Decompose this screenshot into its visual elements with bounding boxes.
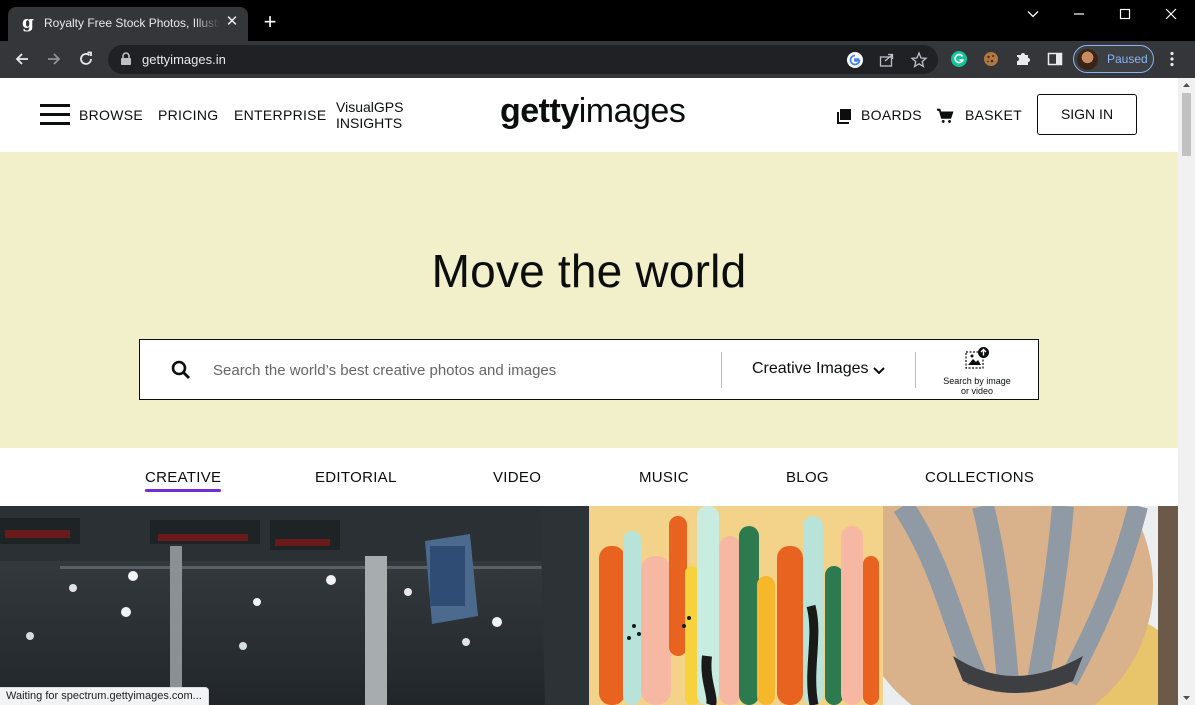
- url-text: gettyimages.in: [142, 52, 226, 67]
- logo-bold-text: getty: [500, 92, 579, 130]
- star-icon[interactable]: [910, 51, 928, 69]
- reload-button[interactable]: [74, 48, 98, 70]
- basket-cart-icon: [936, 108, 954, 123]
- site-header: BROWSE PRICING ENTERPRISE VisualGPS INSI…: [0, 78, 1178, 152]
- balloons-photo: [883, 506, 1178, 705]
- gallery-image-abstract-paint[interactable]: [589, 506, 883, 705]
- extensions-puzzle-icon[interactable]: [1014, 50, 1032, 68]
- boards-icon: [837, 109, 851, 124]
- gallery-image-stadium[interactable]: [0, 506, 589, 705]
- category-tabs: CREATIVE EDITORIAL VIDEO MUSIC BLOG COLL…: [0, 448, 1178, 506]
- browser-title-bar: g Royalty Free Stock Photos, Illustratio…: [0, 0, 1195, 41]
- avatar: [1077, 49, 1098, 70]
- image-upload-icon: [965, 347, 989, 369]
- arrow-left-icon: [15, 53, 28, 65]
- nav-pricing[interactable]: PRICING: [158, 107, 218, 123]
- share-icon[interactable]: [878, 51, 896, 69]
- nav-basket[interactable]: BASKET: [965, 107, 1022, 123]
- scroll-down-arrow-icon[interactable]: [1182, 693, 1191, 702]
- nav-enterprise[interactable]: ENTERPRISE: [234, 107, 326, 123]
- new-tab-button[interactable]: +: [260, 11, 280, 33]
- search-by-image-label: Search by image or video: [916, 376, 1038, 396]
- chevron-down-icon: [1027, 11, 1039, 18]
- more-vert-icon[interactable]: [1163, 50, 1181, 68]
- side-panel-icon[interactable]: [1046, 50, 1064, 68]
- tab-close-icon[interactable]: ✕: [224, 13, 240, 31]
- nav-visualgps-insights[interactable]: VisualGPS INSIGHTS: [336, 99, 403, 131]
- arrow-right-icon: [48, 53, 61, 65]
- tab-search-button[interactable]: [1010, 0, 1056, 28]
- getty-favicon-icon: g: [22, 13, 34, 33]
- tab-music[interactable]: MUSIC: [639, 469, 689, 486]
- browser-tab[interactable]: g Royalty Free Stock Photos, Illustratio…: [8, 7, 248, 41]
- abstract-paint-photo: [589, 506, 883, 705]
- tab-creative[interactable]: CREATIVE: [145, 469, 222, 492]
- search-icon[interactable]: [171, 360, 191, 380]
- back-button[interactable]: [10, 48, 34, 70]
- minimize-icon: [1074, 13, 1084, 15]
- hero-section: Move the world Creative Images Search by…: [0, 152, 1178, 448]
- hero-title: Move the world: [431, 245, 747, 297]
- maximize-icon: [1119, 8, 1131, 20]
- profile-button[interactable]: Paused: [1073, 45, 1154, 73]
- stadium-photo: [0, 506, 589, 705]
- tab-video[interactable]: VIDEO: [493, 469, 541, 486]
- web-page: BROWSE PRICING ENTERPRISE VisualGPS INSI…: [0, 78, 1178, 705]
- cookie-icon[interactable]: [982, 50, 1000, 68]
- tab-collections[interactable]: COLLECTIONS: [925, 469, 1034, 486]
- tab-title: Royalty Free Stock Photos, Illustrations: [44, 16, 220, 30]
- gallery-image-balloons[interactable]: [883, 506, 1178, 705]
- hamburger-menu-icon[interactable]: [40, 104, 70, 126]
- visualgps-line2: INSIGHTS: [336, 115, 403, 131]
- scrollbar-thumb[interactable]: [1182, 93, 1191, 156]
- nav-boards[interactable]: BOARDS: [861, 107, 922, 123]
- chevron-down-icon[interactable]: [872, 366, 886, 376]
- reload-icon: [80, 51, 92, 65]
- profile-status: Paused: [1107, 52, 1148, 66]
- search-by-image-line2: or video: [960, 386, 994, 396]
- tab-blog[interactable]: BLOG: [786, 469, 829, 486]
- search-by-image-line1: Search by image: [943, 376, 1011, 386]
- close-window-button[interactable]: [1148, 0, 1194, 28]
- logo-light-text: images: [578, 92, 686, 130]
- tab-editorial[interactable]: EDITORIAL: [315, 469, 397, 486]
- grammarly-icon[interactable]: [950, 50, 968, 68]
- browser-status-bar: Waiting for spectrum.gettyimages.com...: [0, 687, 209, 705]
- sign-in-button[interactable]: SIGN IN: [1037, 94, 1137, 135]
- search-type-select[interactable]: Creative Images: [752, 360, 869, 378]
- maximize-button[interactable]: [1102, 0, 1148, 28]
- close-icon: [1165, 8, 1177, 20]
- search-divider: [721, 352, 722, 388]
- page-scrollbar[interactable]: [1178, 78, 1195, 705]
- search-input[interactable]: [213, 358, 713, 382]
- address-bar[interactable]: gettyimages.in: [108, 45, 938, 74]
- search-bar: Creative Images Search by image or video: [139, 339, 1039, 400]
- visualgps-line1: VisualGPS: [336, 99, 404, 115]
- google-icon[interactable]: [846, 51, 864, 69]
- forward-button[interactable]: [42, 48, 66, 70]
- browser-toolbar: gettyimages.in Paused: [0, 41, 1195, 78]
- minimize-button[interactable]: [1056, 0, 1102, 28]
- nav-browse[interactable]: BROWSE: [79, 107, 143, 123]
- image-gallery: [0, 506, 1178, 705]
- search-by-image-button[interactable]: Search by image or video: [916, 346, 1038, 396]
- gettyimages-logo[interactable]: gettyimages: [500, 92, 686, 131]
- scroll-up-arrow-icon[interactable]: [1182, 81, 1191, 90]
- lock-icon: [121, 52, 131, 65]
